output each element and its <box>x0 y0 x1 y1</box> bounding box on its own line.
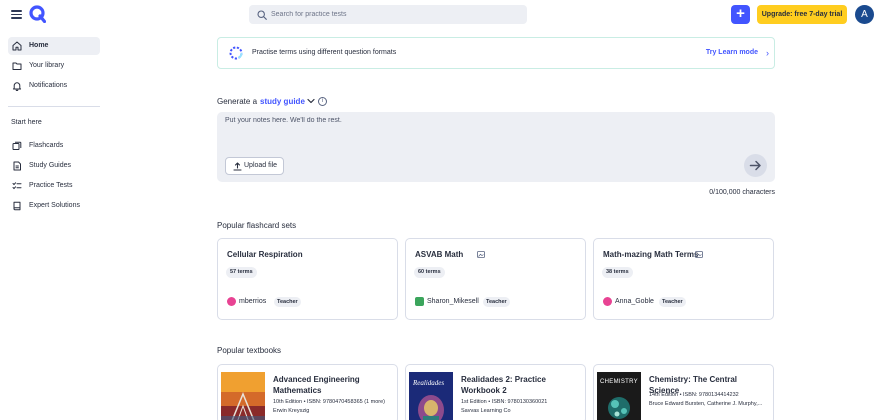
chevron-right-icon[interactable]: › <box>766 38 769 68</box>
textbook-cover-image: Realidades <box>409 372 453 420</box>
flashcard-set-title: ASVAB Math <box>415 250 464 259</box>
sidebar-item-home[interactable]: Home <box>8 37 100 55</box>
terms-count-badge: 60 terms <box>414 267 445 278</box>
sidebar-item-flashcards[interactable]: Flashcards <box>8 137 100 155</box>
study-guides-icon <box>13 161 21 171</box>
upload-icon <box>233 162 242 171</box>
teacher-badge: Teacher <box>274 297 301 307</box>
create-button[interactable]: + <box>731 5 750 24</box>
generate-type-dropdown[interactable]: study guide <box>260 97 305 106</box>
search-bar[interactable] <box>249 5 527 24</box>
practice-tests-icon <box>12 182 22 190</box>
flashcard-set-card[interactable]: Cellular Respiration 57 terms mberrios T… <box>217 238 398 320</box>
sidebar-divider <box>8 106 100 107</box>
flashcard-set-card[interactable]: ASVAB Math 60 terms Sharon_Mikesell Teac… <box>405 238 586 320</box>
textbook-cover-image <box>221 372 265 420</box>
search-input[interactable] <box>271 5 521 24</box>
user-avatar <box>227 297 236 306</box>
textbook-title: Realidades 2: Practice Workbook 2 <box>461 375 546 395</box>
flashcard-set-card[interactable]: Math-mazing Math Terms 38 terms Anna_Gob… <box>593 238 774 320</box>
flashcards-icon <box>12 141 22 150</box>
sidebar-item-expert-solutions[interactable]: Expert Solutions <box>8 197 100 215</box>
try-learn-mode-link[interactable]: Try Learn mode <box>706 38 758 68</box>
sidebar-item-label: Expert Solutions <box>29 202 80 209</box>
upgrade-button[interactable]: Upgrade: free 7-day trial <box>757 5 847 24</box>
image-icon <box>477 251 485 258</box>
textbook-author: Bruce Edward Bursten, Catherine J. Murph… <box>649 401 763 407</box>
textbook-title: Advanced Engineering Mathematics <box>273 375 360 395</box>
textbook-card[interactable]: Realidades Realidades 2: Practice Workbo… <box>405 364 586 420</box>
cover-title-text: Realidades <box>412 379 444 387</box>
textbook-author: Savvas Learning Co <box>461 408 511 414</box>
submit-notes-button[interactable] <box>744 154 767 177</box>
creator-username[interactable]: Sharon_Mikesell <box>427 297 479 306</box>
top-bar: + Upgrade: free 7-day trial A <box>0 0 880 30</box>
image-icon <box>695 251 703 258</box>
info-icon[interactable]: i <box>318 97 327 106</box>
sidebar-item-library[interactable]: Your library <box>8 57 100 75</box>
generate-label: Generate a <box>217 97 258 106</box>
sidebar-item-label: Study Guides <box>29 162 72 169</box>
terms-count-badge: 57 terms <box>226 267 257 278</box>
avatar[interactable]: A <box>855 5 874 24</box>
flashcard-set-title: Cellular Respiration <box>227 250 303 259</box>
popular-flashcards-heading: Popular flashcard sets <box>217 221 297 230</box>
textbook-edition: 14th Edition • ISBN: 9780134414232 <box>649 392 739 398</box>
menu-icon[interactable] <box>11 10 22 19</box>
popular-textbooks-heading: Popular textbooks <box>217 346 282 355</box>
home-icon <box>12 41 22 51</box>
learn-mode-icon <box>229 46 243 60</box>
sidebar-item-study-guides[interactable]: Study Guides <box>8 157 100 175</box>
terms-count-badge: 38 terms <box>602 267 633 278</box>
flashcard-set-title: Math-mazing Math Terms <box>603 250 699 259</box>
sidebar: Home Your library Notifications Start he… <box>0 30 108 420</box>
teacher-badge: Teacher <box>483 297 510 307</box>
notes-input-box: Upload file <box>217 112 775 182</box>
sidebar-item-label: Notifications <box>29 82 68 89</box>
textbook-edition: 10th Edition • ISBN: 9780470458365 (1 mo… <box>273 399 385 405</box>
creator-username[interactable]: mberrios <box>239 297 266 306</box>
sidebar-item-practice-tests[interactable]: Practice Tests <box>8 177 100 195</box>
upload-file-button[interactable]: Upload file <box>225 157 284 175</box>
sidebar-item-label: Flashcards <box>29 142 64 149</box>
chevron-down-icon[interactable] <box>306 96 316 106</box>
textbook-author: Erwin Kreyszig <box>273 408 310 414</box>
arrow-right-icon <box>749 160 761 171</box>
start-here-heading: Start here <box>11 119 42 126</box>
character-count: 0/100,000 characters <box>709 189 775 196</box>
creator-username[interactable]: Anna_Goble <box>615 297 654 306</box>
sidebar-item-label: Practice Tests <box>29 182 73 189</box>
upload-file-label: Upload file <box>244 162 278 169</box>
textbook-cover-image: CHEMISTRY <box>597 372 641 420</box>
textbook-card[interactable]: CHEMISTRY Chemistry: The Central Science… <box>593 364 774 420</box>
cover-title-text: CHEMISTRY <box>600 379 638 385</box>
bell-icon <box>12 82 22 91</box>
textbook-edition: 1st Edition • ISBN: 9780130360021 <box>461 399 548 405</box>
teacher-badge: Teacher <box>659 297 686 307</box>
sidebar-item-notifications[interactable]: Notifications <box>8 77 100 95</box>
notes-textarea[interactable] <box>225 117 735 145</box>
book-icon <box>13 201 21 211</box>
search-icon <box>257 9 267 20</box>
user-avatar <box>603 297 612 306</box>
user-avatar <box>415 297 424 306</box>
sidebar-item-label: Your library <box>29 62 65 69</box>
quizlet-logo[interactable] <box>29 5 46 23</box>
sidebar-item-label: Home <box>29 42 49 49</box>
folder-icon <box>12 62 22 70</box>
learn-banner-text: Practise terms using different question … <box>252 49 397 56</box>
textbook-card[interactable]: Advanced Engineering Mathematics 10th Ed… <box>217 364 398 420</box>
learn-mode-banner: Practise terms using different question … <box>217 37 775 69</box>
